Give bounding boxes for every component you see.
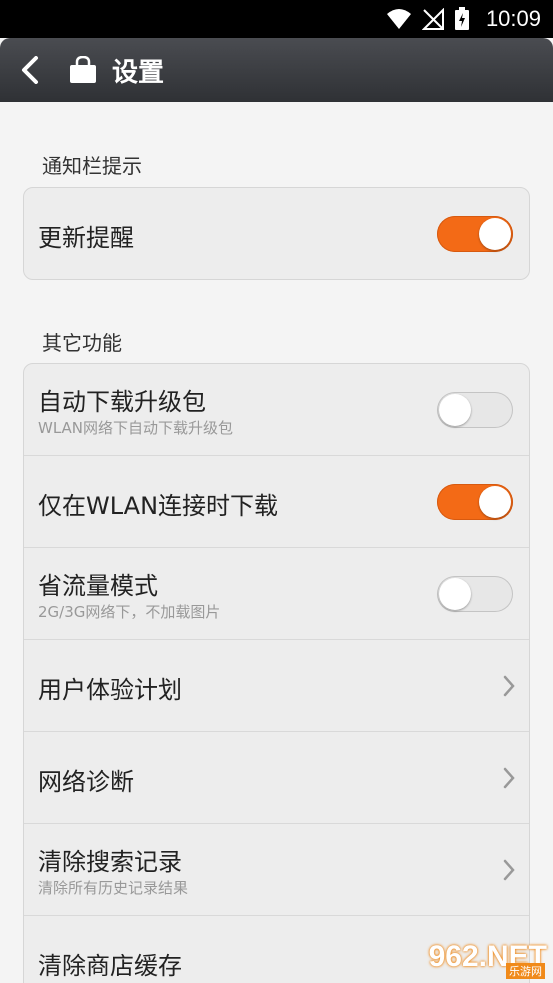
clear-cache-label: 清除商店缓存 (38, 952, 182, 980)
clear-search-row[interactable]: 清除搜索记录 清除所有历史记录结果 (24, 824, 529, 916)
update-reminder-label: 更新提醒 (38, 224, 134, 252)
chevron-right-icon (503, 767, 515, 788)
status-icons: 10:09 (386, 0, 541, 38)
network-diagnosis-label: 网络诊断 (38, 768, 134, 796)
toggle-knob (479, 485, 511, 518)
section-title-notification: 通知栏提示 (42, 154, 142, 178)
status-time: 10:09 (485, 6, 541, 31)
auto-download-label: 自动下载升级包 (38, 388, 206, 416)
save-traffic-label: 省流量模式 (38, 572, 158, 600)
update-reminder-toggle[interactable] (437, 215, 513, 252)
header-bar: 设置 (0, 38, 553, 102)
chevron-right-icon (503, 859, 515, 880)
chevron-right-icon (503, 675, 515, 696)
toggle-knob (479, 217, 511, 250)
watermark-logo: 962.NET 乐游网 (407, 935, 547, 979)
wlan-only-label: 仅在WLAN连接时下载 (38, 492, 279, 520)
other-features-card: 自动下载升级包 WLAN网络下自动下载升级包 仅在WLAN连接时下载 省流量模式… (23, 363, 530, 983)
chevron-left-icon (22, 56, 38, 84)
user-experience-label: 用户体验计划 (38, 676, 182, 704)
back-button[interactable] (20, 56, 46, 84)
user-experience-row[interactable]: 用户体验计划 (24, 640, 529, 732)
toggle-knob (439, 577, 471, 610)
notification-card: 更新提醒 (23, 187, 530, 280)
toggle-knob (439, 393, 471, 426)
auto-download-row[interactable]: 自动下载升级包 WLAN网络下自动下载升级包 (24, 364, 529, 456)
settings-content[interactable]: 通知栏提示 更新提醒 其它功能 自动下载升级包 WLAN网络下自动下载升级包 仅… (0, 102, 553, 983)
clear-search-label: 清除搜索记录 (38, 848, 182, 876)
battery-charging-icon (454, 7, 469, 30)
save-traffic-toggle[interactable] (437, 575, 513, 612)
status-bar: 10:09 (0, 0, 553, 38)
auto-download-sub: WLAN网络下自动下载升级包 (38, 419, 234, 437)
no-signal-icon (421, 8, 444, 30)
wlan-only-toggle[interactable] (437, 483, 513, 520)
section-title-other: 其它功能 (42, 331, 122, 355)
save-traffic-row[interactable]: 省流量模式 2G/3G网络下，不加载图片 (24, 548, 529, 640)
network-diagnosis-row[interactable]: 网络诊断 (24, 732, 529, 824)
save-traffic-sub: 2G/3G网络下，不加载图片 (38, 603, 221, 621)
clear-search-sub: 清除所有历史记录结果 (38, 879, 189, 897)
wlan-only-row[interactable]: 仅在WLAN连接时下载 (24, 456, 529, 548)
auto-download-toggle[interactable] (437, 391, 513, 428)
wifi-icon (386, 9, 411, 29)
watermark-sub: 乐游网 (506, 963, 545, 979)
page-title: 设置 (112, 57, 165, 88)
store-bag-icon (68, 55, 98, 85)
update-reminder-row[interactable]: 更新提醒 (24, 188, 529, 279)
